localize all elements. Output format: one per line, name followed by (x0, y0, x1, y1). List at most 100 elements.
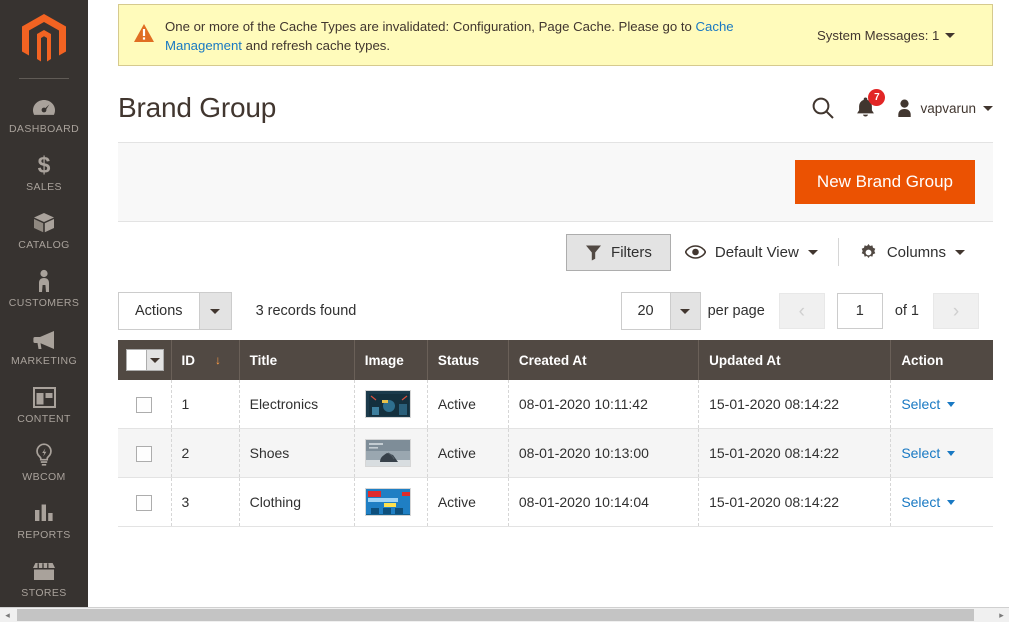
row-select-dropdown[interactable]: Select (901, 494, 956, 510)
scroll-right-arrow-icon[interactable]: ▸ (994, 608, 1009, 622)
chevron-down-icon (807, 249, 818, 255)
row-checkbox-cell (118, 380, 172, 429)
dollar-sign-icon: $ (29, 152, 59, 178)
sidebar-item-marketing[interactable]: MARKETING (0, 317, 88, 375)
message-text-after: and refresh cache types. (241, 37, 391, 53)
user-menu[interactable]: vapvarun (896, 99, 993, 118)
previous-page-button[interactable]: ‹ (778, 293, 825, 329)
sidebar-item-label: CUSTOMERS (8, 297, 80, 309)
clothing-thumbnail[interactable] (364, 488, 411, 516)
select-all-checkbox[interactable] (126, 349, 164, 371)
default-view-label: Default View (714, 243, 799, 261)
table-header-row: ID ↓ Title Image Status Created At Updat… (118, 340, 993, 380)
default-view-dropdown[interactable]: Default View (671, 235, 832, 270)
sidebar-item-label: REPORTS (17, 529, 71, 541)
sort-descending-icon: ↓ (215, 353, 222, 367)
page-number-input[interactable] (836, 293, 883, 329)
cell-created-at: 08-01-2020 10:14:04 (508, 477, 700, 527)
select-label: Select (901, 494, 941, 510)
megaphone-icon (29, 326, 59, 352)
row-select-dropdown[interactable]: Select (901, 445, 956, 461)
table-head: ID ↓ Title Image Status Created At Updat… (118, 340, 993, 380)
row-checkbox[interactable] (136, 445, 153, 462)
cell-action: Select (890, 477, 993, 527)
sidebar-item-sales[interactable]: $ SALES (0, 143, 88, 201)
column-label-id: ID (181, 352, 196, 368)
cell-created-at: 08-01-2020 10:11:42 (508, 380, 700, 429)
sidebar-item-stores[interactable]: STORES (0, 549, 88, 607)
user-name: vapvarun (920, 100, 976, 116)
bar-chart-icon (29, 500, 59, 526)
scrollbar-track[interactable] (15, 608, 994, 622)
system-message-text: One or more of the Cache Types are inval… (165, 16, 805, 55)
cell-created-at: 08-01-2020 10:13:00 (508, 428, 700, 478)
table-row: 3 Clothing Active 08-01-2020 10:14:04 15… (118, 477, 993, 527)
sidebar-item-catalog[interactable]: CATALOG (0, 201, 88, 259)
search-icon[interactable] (811, 96, 835, 120)
main-content-area: One or more of the Cache Types are inval… (88, 0, 1009, 607)
column-header-updated-at[interactable]: Updated At (698, 340, 892, 380)
sidebar-item-reports[interactable]: REPORTS (0, 491, 88, 549)
warning-triangle-icon (133, 23, 157, 48)
next-page-button[interactable]: › (933, 293, 979, 329)
person-icon (29, 268, 59, 294)
sidebar-item-label: WBCOM (22, 471, 66, 483)
actions-dropdown[interactable]: Actions (118, 292, 232, 330)
chevron-down-icon (955, 249, 965, 255)
column-header-checkbox (118, 340, 172, 380)
chevron-down-icon (947, 499, 956, 505)
chevron-down-icon (198, 293, 231, 329)
new-brand-group-button[interactable]: New Brand Group (794, 160, 975, 204)
system-messages-label: System Messages: 1 (817, 27, 940, 43)
message-text-before: One or more of the Cache Types are inval… (165, 18, 696, 34)
chevron-down-icon (947, 450, 956, 456)
sidebar-item-customers[interactable]: CUSTOMERS (0, 259, 88, 317)
pagination-controls: 20 per page ‹ of 1 › (620, 292, 979, 330)
per-page-select[interactable]: 20 (620, 292, 701, 330)
column-header-image[interactable]: Image (354, 340, 428, 380)
svg-text:$: $ (38, 153, 51, 177)
table-body: 1 Electronics Active 08-01-2020 10:11:42… (118, 380, 993, 527)
column-header-title[interactable]: Title (239, 340, 355, 380)
funnel-icon (586, 245, 602, 260)
eye-icon (684, 245, 706, 259)
column-header-status[interactable]: Status (427, 340, 509, 380)
sidebar-item-label: STORES (21, 587, 67, 599)
gear-icon (861, 243, 876, 258)
electronics-thumbnail[interactable] (364, 390, 411, 418)
filters-button[interactable]: Filters (566, 233, 671, 271)
sidebar-item-content[interactable]: CONTENT (0, 375, 88, 433)
admin-sidebar: DASHBOARD $ SALES CATALOG CUSTOMERS MARK… (0, 0, 88, 607)
cell-id: 1 (171, 380, 240, 429)
scroll-left-arrow-icon[interactable]: ◂ (0, 608, 15, 622)
table-row: 1 Electronics Active 08-01-2020 10:11:42… (118, 380, 993, 429)
row-select-dropdown[interactable]: Select (901, 396, 956, 412)
dashboard-gauge-icon (29, 94, 59, 120)
column-header-id[interactable]: ID ↓ (171, 340, 240, 380)
chevron-down-icon (945, 32, 956, 38)
scrollbar-thumb[interactable] (17, 609, 974, 621)
magento-logo-icon (22, 14, 66, 62)
shoes-thumbnail[interactable] (364, 439, 411, 467)
checkbox-box (127, 350, 146, 370)
sidebar-item-wbcom[interactable]: WBCOM (0, 433, 88, 491)
box-icon (29, 210, 59, 236)
chevron-down-icon (947, 401, 956, 407)
page-total-label: of 1 (894, 303, 919, 319)
cell-title: Clothing (239, 477, 355, 527)
notifications-bell-icon[interactable]: 7 (855, 89, 886, 120)
records-found-label: 3 records found (255, 303, 357, 319)
row-checkbox[interactable] (136, 396, 153, 413)
grid-toolbar: Filters Default View Columns (118, 222, 993, 282)
chevron-down-icon (983, 105, 993, 111)
column-header-created-at[interactable]: Created At (508, 340, 700, 380)
magento-logo[interactable] (0, 0, 88, 78)
cell-title: Electronics (239, 380, 355, 429)
cell-action: Select (890, 380, 993, 429)
horizontal-scrollbar[interactable]: ◂ ▸ (0, 607, 1009, 622)
sidebar-item-dashboard[interactable]: DASHBOARD (0, 85, 88, 143)
row-checkbox[interactable] (136, 494, 153, 511)
columns-dropdown[interactable]: Columns (845, 234, 979, 271)
system-messages-toggle[interactable]: System Messages: 1 (817, 27, 956, 43)
avatar-icon (898, 99, 912, 117)
